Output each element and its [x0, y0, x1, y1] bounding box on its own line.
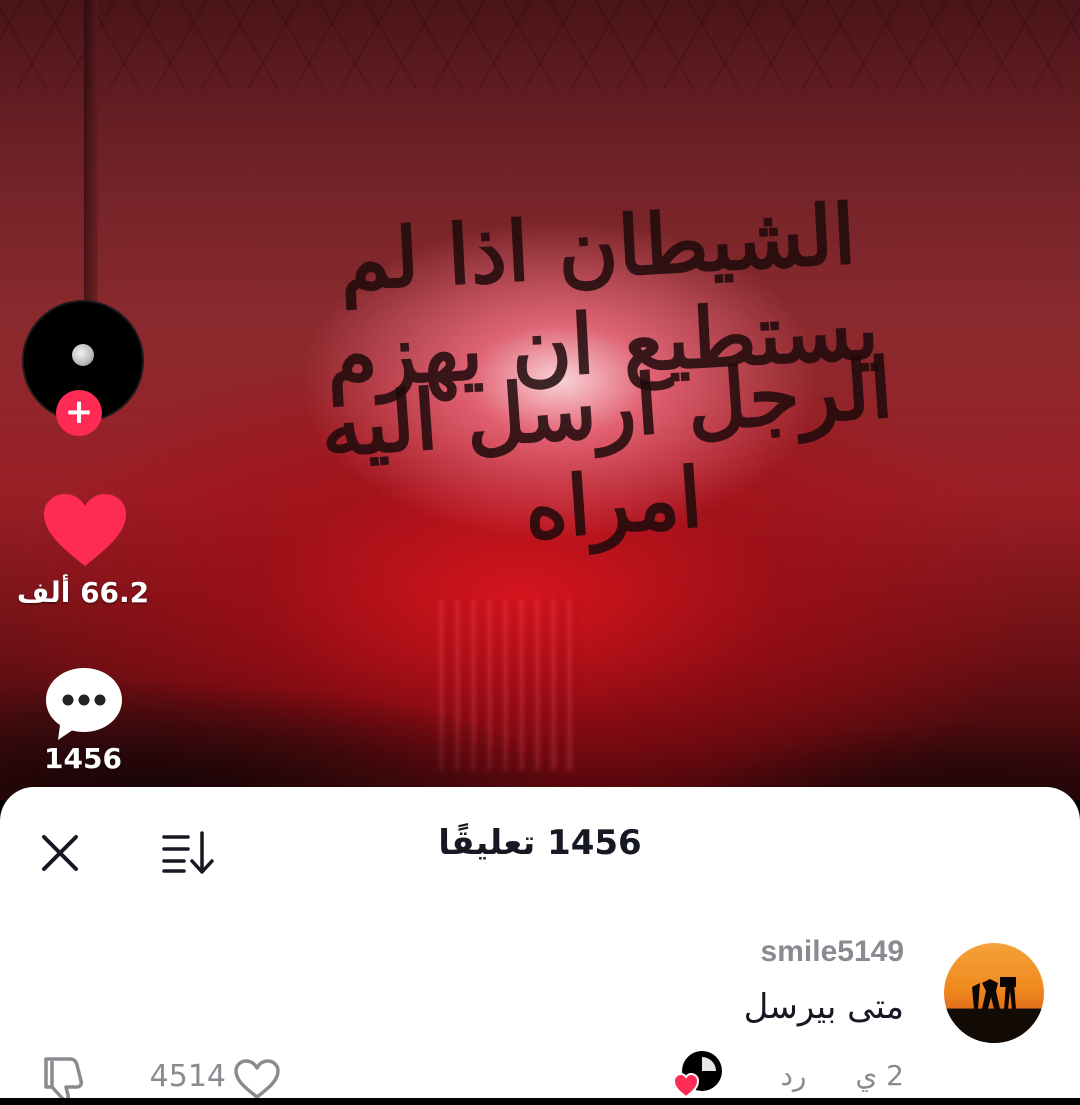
comment-count: 1456 [44, 742, 122, 775]
photographer-silhouette-icon [944, 977, 1044, 1043]
like-count: 66.2 ألف [16, 576, 150, 609]
creator-liked-icon [672, 1051, 722, 1099]
close-button[interactable] [38, 831, 82, 875]
creator-liked-badge [672, 1049, 728, 1101]
wall-pattern [0, 0, 1080, 90]
comment-button[interactable] [42, 662, 126, 746]
sort-button[interactable] [160, 829, 216, 877]
comment-like-button[interactable] [232, 1057, 282, 1101]
comment-time: 2 ي [855, 1059, 904, 1092]
thumbs-down-icon [44, 1057, 83, 1102]
follow-button[interactable]: + [56, 390, 102, 436]
dislike-button[interactable] [36, 1053, 86, 1103]
comments-title: 1456 تعليقًا [438, 823, 642, 863]
close-icon [42, 835, 78, 871]
comment-text: متى بيرسل [743, 987, 904, 1027]
comment-meta: 2 ي رد [780, 1059, 904, 1092]
heart-outline-icon [234, 1059, 280, 1099]
comment-like-count: 4514 [149, 1059, 226, 1094]
action-rail: + 66.2 ألف 1456 [0, 290, 170, 790]
screen: الشيطان اذا لم يستطيع ان يهزم الرجل ارسل… [0, 0, 1080, 1105]
moon-icon [72, 344, 94, 366]
comment-username[interactable]: smile5149 [761, 935, 904, 969]
reply-button[interactable]: رد [780, 1059, 806, 1092]
sort-icon [162, 831, 214, 874]
heart-icon [44, 494, 126, 566]
bottom-edge [0, 1098, 1080, 1105]
like-button[interactable] [40, 490, 130, 570]
comments-sheet: 1456 تعليقًا smile5149 متى بيرسل 2 ي رد [0, 787, 1080, 1105]
comment-bubble-icon [46, 668, 122, 740]
commenter-avatar[interactable] [944, 943, 1044, 1043]
